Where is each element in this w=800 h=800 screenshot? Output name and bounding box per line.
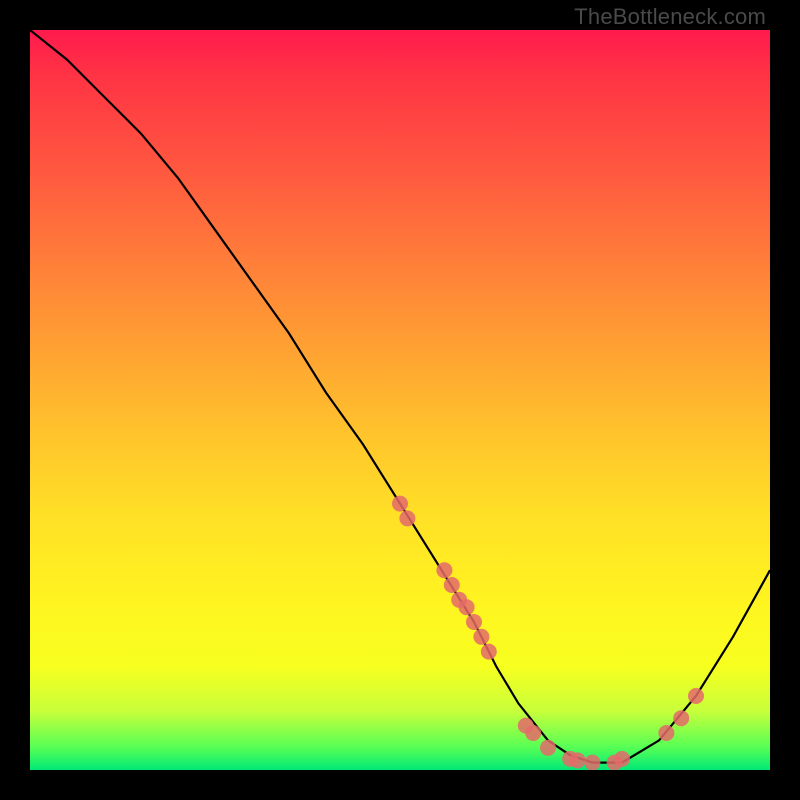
data-marker xyxy=(584,755,600,770)
bottleneck-curve xyxy=(30,30,770,763)
data-marker xyxy=(658,725,674,741)
data-marker xyxy=(459,599,475,615)
data-marker xyxy=(436,562,452,578)
marker-group xyxy=(392,496,704,770)
watermark-text: TheBottleneck.com xyxy=(574,4,766,30)
data-marker xyxy=(466,614,482,630)
chart-svg xyxy=(30,30,770,770)
data-marker xyxy=(525,725,541,741)
data-marker xyxy=(673,710,689,726)
chart-plot-area xyxy=(30,30,770,770)
data-marker xyxy=(540,740,556,756)
data-marker xyxy=(688,688,704,704)
data-marker xyxy=(473,629,489,645)
data-marker xyxy=(614,751,630,767)
data-marker xyxy=(481,644,497,660)
data-marker xyxy=(392,496,408,512)
data-marker xyxy=(444,577,460,593)
data-marker xyxy=(570,752,586,768)
data-marker xyxy=(399,510,415,526)
